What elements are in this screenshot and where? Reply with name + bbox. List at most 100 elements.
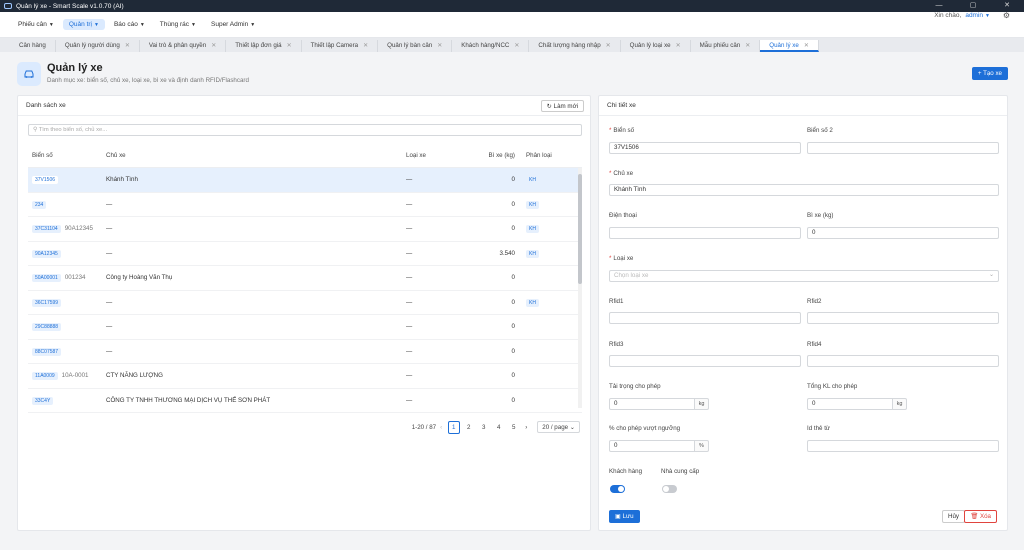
table-row[interactable]: 90A12345 — — 3.540 KH [28,242,582,266]
tare-input[interactable]: 0 [807,227,999,239]
column-header[interactable]: Chủ xe [106,152,126,159]
tab-vai-tro[interactable]: Vai trò & phân quyền ✕ [140,40,227,52]
card-input[interactable] [807,440,999,452]
table-row[interactable]: 88C07587 — — 0 [28,340,582,364]
rfid1-input[interactable] [609,312,801,324]
menu-label: Phiếu cân [18,21,47,28]
delete-button[interactable]: 🗑︎ Xóa [964,510,997,523]
menu-thung-rac[interactable]: Thùng rác ▼ [154,19,202,30]
menu-bao-cao[interactable]: Báo cáo ▼ [108,19,151,30]
menu-super-admin[interactable]: Super Admin ▼ [205,19,261,30]
rfid4-input[interactable] [807,355,999,367]
tab-label: Chất lượng hàng nhập [538,42,601,49]
table-row[interactable]: 33C4Y CÔNG TY TNHH THƯƠNG MẠI DỊCH VỤ TH… [28,389,582,413]
pagination: 1-20 / 87 ‹ 1 2 3 4 5 › 20 / page ⌄ [412,420,580,434]
table-row[interactable]: 234 — — 0 KH [28,193,582,217]
column-header[interactable]: Bì xe (kg) [489,152,515,159]
plate2-text: 001234 [64,274,86,281]
page-button[interactable]: 1 [447,420,460,434]
page-button[interactable]: 2 [463,422,475,433]
supplier-toggle[interactable] [662,485,677,493]
minimize-button[interactable]: — [922,0,956,12]
tab-can-hang[interactable]: Cân hàng [10,40,56,52]
owner-input[interactable]: Khánh Tình [609,184,999,196]
menu-phieu-can[interactable]: Phiếu cân ▼ [12,19,60,30]
tare-cell: 0 [511,396,515,404]
page-size-select[interactable]: 20 / page ⌄ [537,421,580,433]
window-titlebar: Quản lý xe - Smart Scale v1.0.70 (AI) — … [0,0,1024,12]
close-icon[interactable]: ✕ [745,43,750,49]
toggle-knob [663,486,669,492]
close-icon[interactable]: ✕ [287,43,292,49]
page-button[interactable]: 3 [478,422,490,433]
close-icon[interactable]: ✕ [211,43,216,49]
type-cell: — [406,176,413,183]
table-row[interactable]: 37C31104 90A12345 — — 0 KH [28,217,582,242]
close-icon[interactable]: ✕ [125,43,130,49]
greeting-text: Xin chào, [934,12,962,19]
save-button[interactable]: ▣ Lưu [609,510,640,523]
page-button[interactable]: 5 [508,422,520,433]
user-greeting[interactable]: Xin chào, admin ▼ [934,12,990,19]
column-header[interactable]: Loại xe [406,152,426,159]
tab-quan-ly-xe[interactable]: Quản lý xe ✕ [760,40,819,52]
page-button[interactable]: 4 [493,422,505,433]
table-row[interactable]: 36C17599 — — 0 KH [28,291,582,315]
phone-input[interactable] [609,227,801,239]
plate-input[interactable]: 37V1506 [609,142,801,154]
close-icon[interactable]: ✕ [363,43,368,49]
column-header[interactable]: Biển số [32,152,53,159]
plate-tag: 37C31104 [32,225,61,233]
chevron-left-icon[interactable]: ‹ [440,424,442,431]
tab-camera[interactable]: Thiết lập Camera ✕ [302,40,379,52]
gross-input[interactable]: 0 [807,398,893,410]
search-placeholder: Tìm theo biển số, chủ xe... [38,127,108,133]
table-row[interactable]: 29C88888 — — 0 [28,315,582,340]
tab-don-gia[interactable]: Thiết lập đơn giá ✕ [226,40,302,52]
rfid3-input[interactable] [609,355,801,367]
card-label: Id thẻ từ [807,425,831,432]
tab-loai-xe[interactable]: Quản lý loại xe ✕ [621,40,691,52]
tab-khach-hang[interactable]: Khách hàng/NCC ✕ [452,40,530,52]
close-icon[interactable]: ✕ [804,43,809,49]
tare-cell: 3.540 [499,249,515,257]
over-input[interactable]: 0 [609,440,695,452]
table-scrollbar[interactable] [578,168,582,408]
close-icon[interactable]: ✕ [606,43,611,49]
plate-tag: 33C4Y [32,396,54,405]
tab-quan-ly-nguoi-dung[interactable]: Quản lý người dùng ✕ [56,40,140,52]
customer-toggle[interactable] [610,485,625,493]
tab-label: Thiết lập Camera [310,42,359,49]
close-icon[interactable]: ✕ [514,43,519,49]
load-input[interactable]: 0 [609,398,695,410]
rfid2-input[interactable] [807,312,999,324]
table-row[interactable]: 11A0009 10A-0001 CTY NĂNG LƯỢNG — 0 [28,364,582,389]
refresh-button[interactable]: ↻ Làm mới [540,100,584,112]
plate2-input[interactable] [807,142,999,154]
table-row[interactable]: 37V1506 Khánh Tình — 0 KH [28,168,582,193]
close-icon[interactable]: ✕ [437,43,442,49]
gear-icon[interactable]: ⚙ [1003,11,1010,20]
chevron-right-icon[interactable]: › [525,424,527,431]
menu-bar: Phiếu cân ▼ Quản trị ▼ Báo cáo ▼ Thùng rác ▼… [0,12,1024,38]
refresh-label: Làm mới [553,103,578,110]
tab-chat-luong[interactable]: Chất lượng hàng nhập ✕ [529,40,621,52]
scrollbar-thumb[interactable] [578,174,582,284]
owner-cell: — [106,347,113,355]
tab-mau-phieu[interactable]: Mẫu phiếu cân ✕ [691,40,761,52]
owner-cell: Khánh Tình [106,176,138,183]
vehicle-list-panel: Danh sách xe ↻ Làm mới ⚲ Tìm theo biển s… [17,95,591,531]
cancel-button[interactable]: Hủy [941,510,965,523]
column-header[interactable]: Phân loại [526,152,552,159]
tab-ban-can[interactable]: Quản lý bàn cân ✕ [378,40,453,52]
type-cell: — [406,396,413,404]
table-row[interactable]: 50A00001 001234 Công ty Hoàng Văn Thụ — 0 [28,266,582,291]
search-input[interactable]: ⚲ Tìm theo biển số, chủ xe... [28,124,582,136]
delete-label: Xóa [979,513,991,520]
gross-unit: kg [893,398,907,410]
menu-quan-tri[interactable]: Quản trị ▼ [62,19,105,30]
vehicle-type-select[interactable]: Chọn loại xe [609,270,999,282]
close-icon[interactable]: ✕ [676,43,681,49]
create-vehicle-button[interactable]: + Tạo xe [971,67,1008,80]
maximize-button[interactable]: ▢ [956,0,990,12]
